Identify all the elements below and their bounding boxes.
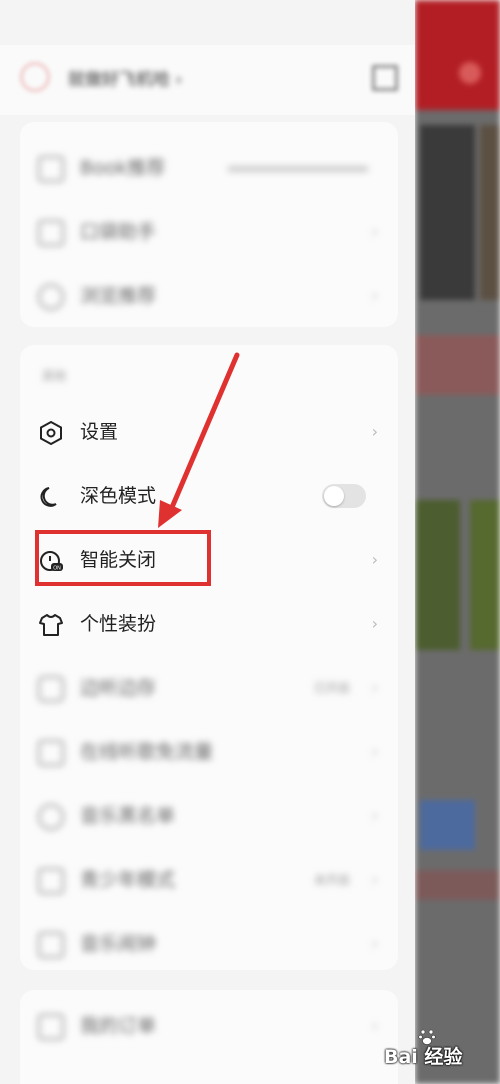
menu-item-sub (228, 136, 368, 200)
book-icon (38, 156, 64, 182)
menu-item-sub: 未开启 (313, 873, 350, 887)
menu-item-listen-save[interactable]: 边听边存 已开启 › (20, 656, 398, 720)
data-icon (38, 740, 64, 766)
dark-mode-toggle[interactable] (322, 484, 366, 508)
menu-item-label: 我的订单 (80, 1015, 157, 1037)
blacklist-icon (38, 804, 64, 830)
menu-item-alarm[interactable]: 音乐闹钟 › (20, 912, 398, 976)
avatar[interactable] (20, 62, 50, 92)
browse-icon (38, 284, 64, 310)
pocket-icon (38, 220, 64, 246)
tshirt-icon (39, 614, 63, 636)
chevron-right-icon: › (371, 614, 378, 633)
chevron-right-icon: › (371, 286, 378, 305)
menu-item-book[interactable]: Book推荐 (20, 136, 398, 200)
menu-item-pocket[interactable]: 口袋助手 › (20, 200, 398, 264)
menu-item-label: 深色模式 (80, 485, 157, 507)
menu-item-dark-mode[interactable]: 深色模式 (20, 464, 398, 528)
bottom-menu-card: 我的订单 › (20, 990, 398, 1084)
chevron-right-icon: › (371, 422, 378, 441)
chevron-right-icon: › (371, 934, 378, 953)
menu-item-label: 音乐闹钟 (80, 933, 157, 955)
background-app-panel[interactable] (415, 0, 500, 1084)
chevron-right-icon: › (371, 1016, 378, 1035)
menu-item-browse[interactable]: 浏览推荐 › (20, 264, 398, 328)
side-drawer: 就做好飞机哈 › Book推荐 口袋助手 › 浏览推荐 › 其他 设置 › 深色… (0, 0, 415, 1084)
section-title: 其他 (42, 369, 67, 383)
chevron-right-icon: › (371, 222, 378, 241)
scan-icon[interactable] (372, 65, 398, 91)
chevron-right-icon: › (371, 550, 378, 569)
chevron-right-icon: › (175, 70, 183, 90)
drawer-header: 就做好飞机哈 › (0, 45, 415, 115)
toggle-knob (324, 486, 344, 506)
chevron-right-icon: › (371, 742, 378, 761)
user-name[interactable]: 就做好飞机哈 › (68, 65, 182, 90)
user-name-text: 就做好飞机哈 (68, 70, 170, 90)
menu-item-orders[interactable]: 我的订单 › (20, 994, 398, 1058)
watermark-text: Bai 经验 (384, 1046, 463, 1068)
menu-item-teen-mode[interactable]: 青少年模式 未开启 › (20, 848, 398, 912)
menu-item-label: Book推荐 (80, 157, 166, 179)
baidu-jingyan-watermark: Bai 经验 (384, 1028, 494, 1078)
moon-icon (40, 487, 57, 507)
menu-item-settings[interactable]: 设置 › (20, 400, 398, 464)
menu-item-free-data[interactable]: 在线听歌免流量 › (20, 720, 398, 784)
headphones-icon (38, 676, 64, 702)
order-icon (38, 1014, 64, 1040)
settings-hexagon-icon (40, 420, 62, 446)
top-menu-card: Book推荐 口袋助手 › 浏览推荐 › (20, 122, 398, 327)
menu-item-label: 个性装扮 (80, 613, 157, 635)
menu-item-label: 边听边存 (80, 677, 157, 699)
menu-item-label: 口袋助手 (80, 221, 157, 243)
annotation-highlight-box (35, 530, 211, 586)
menu-item-label: 浏览推荐 (80, 285, 157, 307)
menu-item-personalize[interactable]: 个性装扮 › (20, 592, 398, 656)
settings-card: 其他 设置 › 深色模式 ON 智能关闭 › 个性装扮 › 边听边存 已开启 ›… (20, 345, 398, 970)
menu-item-label: 青少年模式 (80, 869, 176, 891)
chevron-right-icon: › (371, 870, 378, 889)
menu-item-sub: 已开启 (313, 681, 350, 695)
menu-item-label: 音乐黑名单 (80, 805, 176, 827)
chevron-right-icon: › (371, 678, 378, 697)
chevron-right-icon: › (371, 806, 378, 825)
teen-icon (38, 868, 64, 894)
alarm-icon (38, 932, 64, 958)
menu-item-label: 在线听歌免流量 (80, 741, 214, 763)
menu-item-label: 设置 (80, 421, 119, 443)
menu-item-blacklist[interactable]: 音乐黑名单 › (20, 784, 398, 848)
